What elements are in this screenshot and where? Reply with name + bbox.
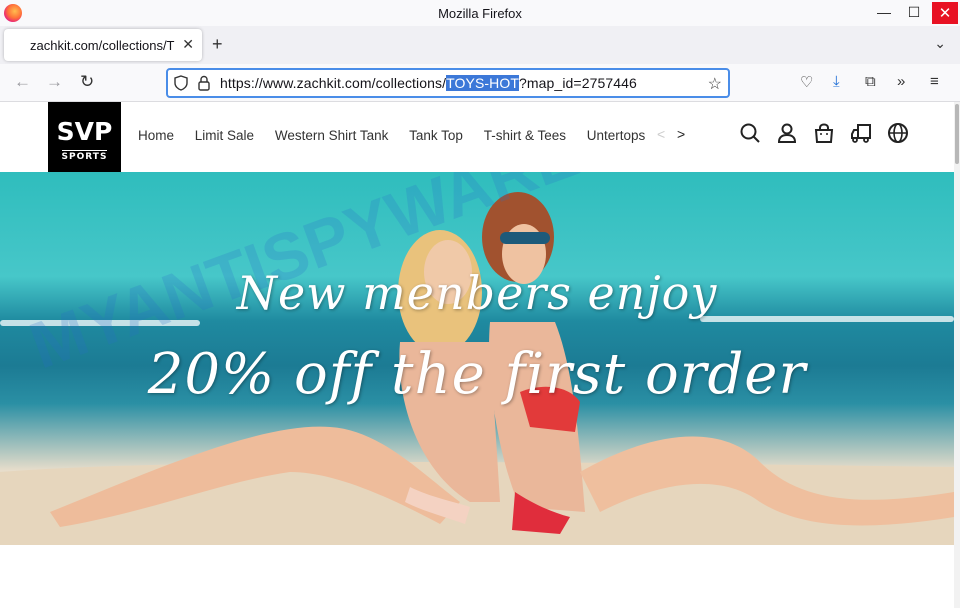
menu-item-untertops[interactable]: Untertops xyxy=(587,128,646,143)
hero-offer: 20% off the first order xyxy=(147,342,807,407)
hero-banner[interactable]: MYANTISPYWARE.COM New menbers enjoy 20% … xyxy=(0,172,954,545)
scrollbar-thumb[interactable] xyxy=(955,104,959,164)
new-tab-button[interactable]: + xyxy=(212,34,223,55)
main-menu: Home Limit Sale Western Shirt Tank Tank … xyxy=(138,128,646,148)
back-button[interactable]: ← xyxy=(14,72,31,92)
overflow-chevron-icon[interactable]: » xyxy=(897,73,905,90)
web-page: SVP SPORTS Home Limit Sale Western Shirt… xyxy=(0,102,954,608)
menu-item-western-shirt-tank[interactable]: Western Shirt Tank xyxy=(275,128,389,143)
hamburger-menu-icon[interactable]: ≡ xyxy=(930,73,939,90)
tab-list-chevron-icon[interactable]: ⌄ xyxy=(934,35,946,52)
cart-bag-icon[interactable] xyxy=(813,122,835,144)
menu-prev-arrow[interactable]: < xyxy=(657,126,665,142)
maximize-button[interactable]: ☐ xyxy=(898,0,930,24)
url-suffix: ?map_id=2757446 xyxy=(519,75,637,91)
url-bar[interactable]: https://www.zachkit.com/collections/TOYS… xyxy=(166,68,730,98)
logo-main-text: SVP xyxy=(56,117,113,146)
extensions-icon[interactable]: ⧉ xyxy=(865,73,876,90)
menu-item-home[interactable]: Home xyxy=(138,128,174,143)
menu-item-tank-top[interactable]: Tank Top xyxy=(409,128,463,143)
tab-close-icon[interactable]: ✕ xyxy=(182,36,194,53)
download-icon[interactable]: ⤓ xyxy=(833,73,840,90)
lock-icon[interactable] xyxy=(198,75,210,91)
bookmark-star-icon[interactable]: ☆ xyxy=(708,74,722,94)
site-logo[interactable]: SVP SPORTS xyxy=(48,102,121,172)
menu-item-limit-sale[interactable]: Limit Sale xyxy=(195,128,254,143)
hero-headline: New menbers enjoy xyxy=(236,266,718,320)
close-window-button[interactable]: ✕ xyxy=(932,2,958,24)
title-bar: Mozilla Firefox — ☐ ✕ xyxy=(0,0,960,26)
shipping-truck-icon[interactable] xyxy=(850,122,872,144)
page-scrollbar[interactable] xyxy=(954,102,960,608)
reload-button[interactable]: ↻ xyxy=(80,72,94,92)
url-selected-text: TOYS-HOT xyxy=(446,75,520,91)
search-icon[interactable] xyxy=(739,122,761,144)
logo-sub-text: SPORTS xyxy=(61,150,108,162)
navigation-bar: ← → ↻ https://www.zachkit.com/collection… xyxy=(0,64,960,102)
account-icon[interactable] xyxy=(776,122,798,144)
tab-active[interactable]: zachkit.com/collections/T ✕ xyxy=(4,29,202,61)
tab-bar: zachkit.com/collections/T ✕ + ⌄ xyxy=(0,26,960,64)
url-text[interactable]: https://www.zachkit.com/collections/TOYS… xyxy=(220,75,637,91)
shield-icon[interactable] xyxy=(174,75,188,91)
globe-language-icon[interactable] xyxy=(887,122,909,144)
pocket-icon[interactable]: ♡ xyxy=(800,73,813,91)
url-prefix: https://www.zachkit.com/collections/ xyxy=(220,75,447,91)
menu-next-arrow[interactable]: > xyxy=(677,126,685,142)
menu-item-tshirt-tees[interactable]: T-shirt & Tees xyxy=(484,128,566,143)
minimize-button[interactable]: — xyxy=(868,0,900,24)
forward-button[interactable]: → xyxy=(46,72,63,92)
tab-label: zachkit.com/collections/T xyxy=(30,38,175,53)
window-title: Mozilla Firefox xyxy=(438,6,522,21)
